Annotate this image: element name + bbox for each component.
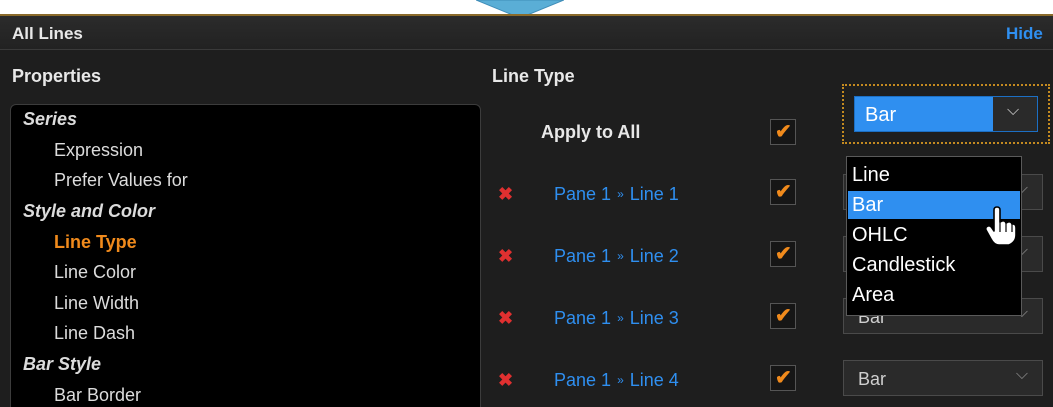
hand-cursor-icon [984, 206, 1018, 251]
apply-to-all-type-dropdown[interactable]: Bar ⌵ [854, 96, 1038, 132]
category-style-and-color[interactable]: Style and Color [23, 201, 155, 222]
remove-line-4-icon[interactable]: ✖ [498, 370, 513, 391]
line-1-checkbox[interactable]: ✔ [770, 179, 796, 205]
hide-link[interactable]: Hide [1006, 24, 1043, 44]
category-bar-style[interactable]: Bar Style [23, 354, 101, 375]
category-series[interactable]: Series [23, 109, 77, 130]
line-4-label[interactable]: Pane 1» Line 4 [554, 370, 679, 391]
property-bar-border[interactable]: Bar Border [54, 385, 141, 406]
option-area[interactable]: Area [848, 281, 1020, 309]
check-icon: ✔ [775, 305, 792, 327]
panel-title: All Lines [12, 24, 83, 43]
check-icon: ✔ [775, 367, 792, 389]
panel-header: All Lines Hide [0, 16, 1053, 50]
line-1-label[interactable]: Pane 1» Line 1 [554, 184, 679, 205]
remove-line-1-icon[interactable]: ✖ [498, 184, 513, 205]
apply-to-all-checkbox[interactable]: ✔ [770, 119, 796, 145]
line-4-checkbox[interactable]: ✔ [770, 365, 796, 391]
chevron-down-icon: ⌵ [1007, 102, 1020, 119]
remove-line-2-icon[interactable]: ✖ [498, 246, 513, 267]
apply-to-all-dropdown-focus: Bar ⌵ [842, 84, 1050, 144]
chevron-down-icon: ⌵ [1015, 366, 1028, 383]
apply-to-all-label: Apply to All [541, 122, 641, 142]
option-line[interactable]: Line [848, 161, 1020, 189]
property-line-color[interactable]: Line Color [54, 262, 136, 283]
line-3-label[interactable]: Pane 1» Line 3 [554, 308, 679, 329]
properties-heading: Properties [12, 66, 102, 86]
line-3-checkbox[interactable]: ✔ [770, 303, 796, 329]
property-line-type[interactable]: Line Type [54, 232, 137, 253]
option-candlestick[interactable]: Candlestick [848, 251, 1020, 279]
line-4-type-dropdown[interactable]: Bar ⌵ [843, 360, 1043, 396]
property-prefer-values-for[interactable]: Prefer Values for [54, 170, 188, 191]
property-expression[interactable]: Expression [54, 140, 143, 161]
check-icon: ✔ [775, 121, 792, 143]
line-type-heading: Line Type [492, 66, 575, 86]
check-icon: ✔ [775, 181, 792, 203]
property-line-width[interactable]: Line Width [54, 293, 139, 314]
properties-list: Series Expression Prefer Values for Styl… [10, 104, 481, 407]
line-2-checkbox[interactable]: ✔ [770, 241, 796, 267]
line-2-label[interactable]: Pane 1» Line 2 [554, 246, 679, 267]
check-icon: ✔ [775, 243, 792, 265]
remove-line-3-icon[interactable]: ✖ [498, 308, 513, 329]
property-line-dash[interactable]: Line Dash [54, 323, 135, 344]
